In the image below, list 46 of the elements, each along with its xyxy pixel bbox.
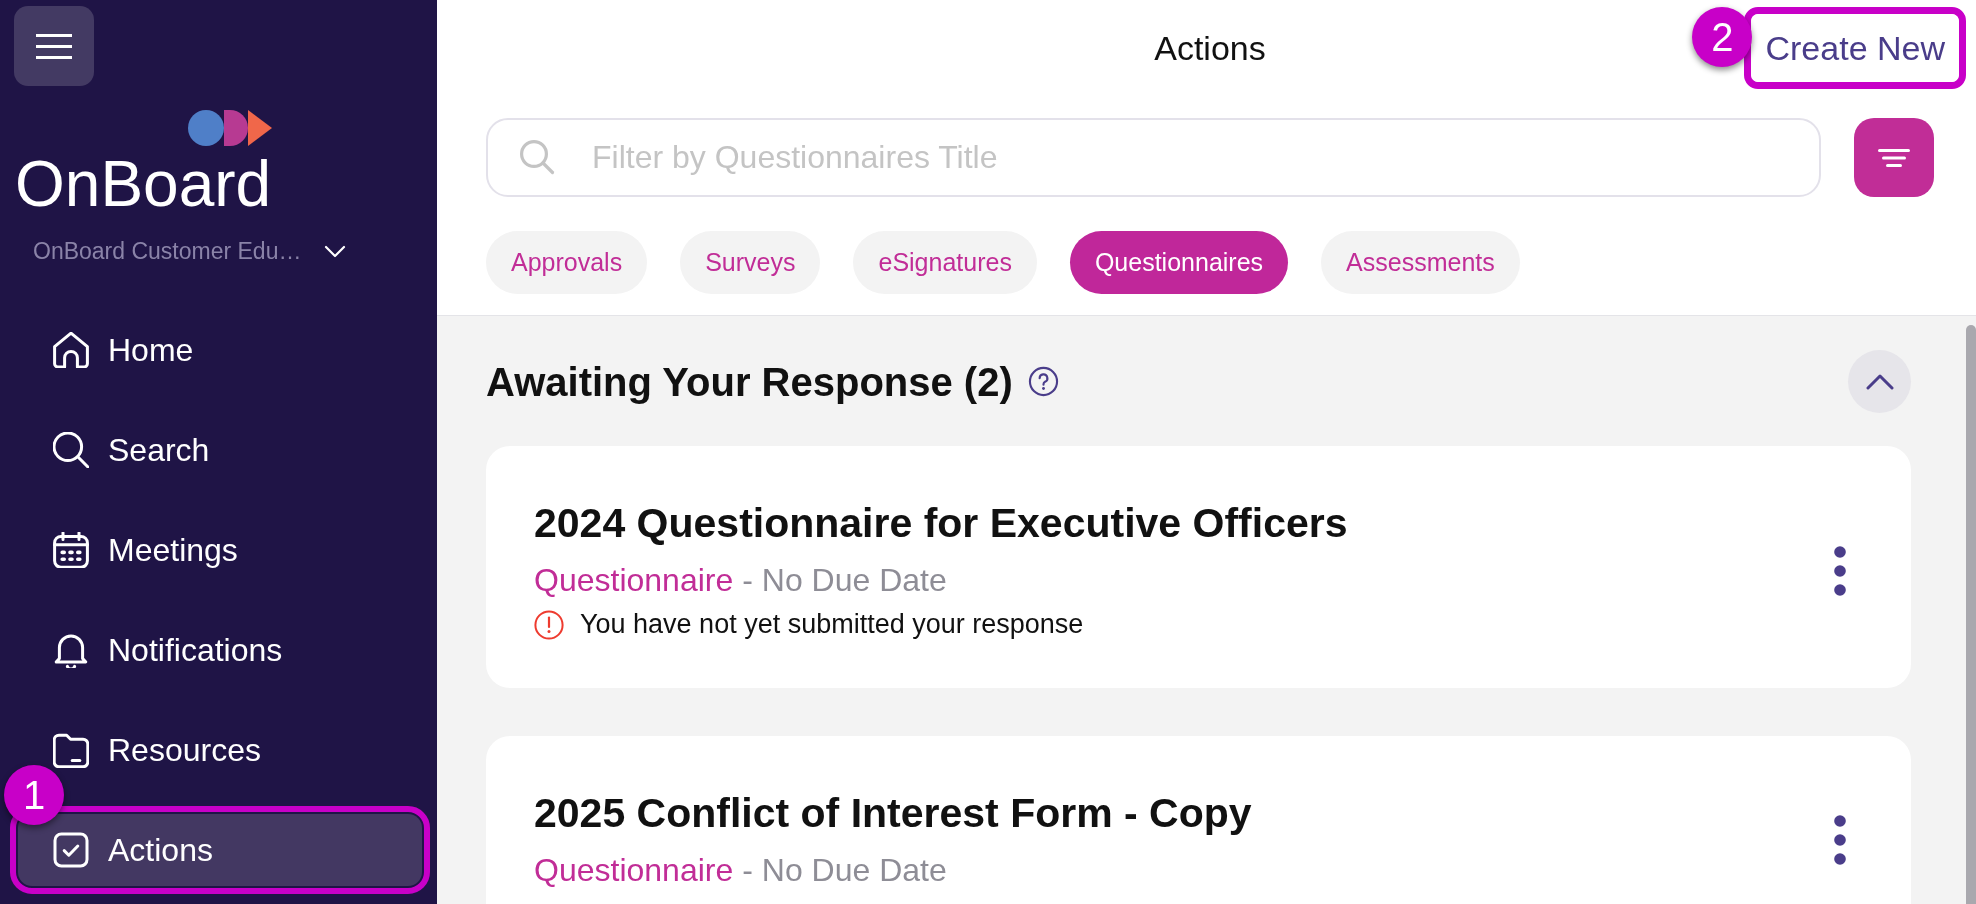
logo-icon	[188, 110, 272, 146]
alert-icon	[534, 609, 564, 640]
calendar-icon	[53, 532, 89, 568]
filter-tab[interactable]: Assessments	[1321, 231, 1520, 294]
brand-name: OnBoard	[15, 152, 272, 216]
scrollbar-thumb[interactable]	[1966, 325, 1976, 904]
house-icon	[53, 332, 89, 368]
filter-tab[interactable]: eSignatures	[853, 231, 1037, 294]
folder-icon	[53, 732, 89, 768]
filter-tab[interactable]: Surveys	[680, 231, 821, 294]
filter-tab[interactable]: Approvals	[486, 231, 648, 294]
due-date-text: - No Due Date	[742, 561, 947, 600]
search-field[interactable]: Filter by Questionnaires Title	[486, 118, 1821, 197]
step-badge: 2	[1692, 7, 1753, 67]
filter-button[interactable]	[1854, 118, 1934, 197]
page-title: Actions	[1154, 28, 1266, 68]
create-new-button[interactable]: Create New	[1751, 14, 1959, 82]
search-icon	[53, 432, 89, 468]
chevron-up-icon	[1865, 373, 1894, 390]
more-options-icon[interactable]	[1834, 545, 1846, 596]
step-badge: 1	[4, 765, 64, 825]
nav-item[interactable]: Notifications	[18, 614, 422, 686]
card-title: 2025 Conflict of Interest Form - Copy	[534, 789, 1252, 837]
help-icon[interactable]	[1027, 366, 1059, 397]
nav-item[interactable]: Home	[18, 314, 422, 386]
menu-icon	[36, 33, 72, 59]
questionnaire-card[interactable]: 2024 Questionnaire for Executive Officers Questionnaire - No Due Date You have not yet submitted your response	[486, 446, 1911, 688]
questionnaire-card[interactable]: 2025 Conflict of Interest Form - Copy Questionnaire - No Due Date	[486, 736, 1911, 904]
section-title: Awaiting Your Response (2)	[486, 358, 1013, 406]
filter-icon	[1878, 148, 1910, 167]
due-date-text: - No Due Date	[742, 851, 947, 890]
nav-item[interactable]: Meetings	[18, 514, 422, 586]
card-type-label: Questionnaire	[534, 561, 734, 600]
filter-tab[interactable]: Questionnaires	[1069, 231, 1289, 294]
warning-text: You have not yet submitted your response	[580, 608, 1084, 641]
nav-item[interactable]: Actions	[18, 814, 422, 886]
bell-icon	[53, 632, 89, 668]
card-type-label: Questionnaire	[534, 851, 734, 890]
search-icon	[519, 139, 555, 175]
chevron-down-icon	[324, 244, 347, 258]
checkbox-icon	[53, 832, 89, 868]
menu-button[interactable]	[14, 6, 94, 86]
nav-item[interactable]: Search	[18, 414, 422, 486]
card-title: 2024 Questionnaire for Executive Officers	[534, 499, 1348, 547]
organization-dropdown[interactable]: OnBoard Customer Edu…	[33, 238, 347, 264]
more-options-icon[interactable]	[1834, 814, 1846, 865]
